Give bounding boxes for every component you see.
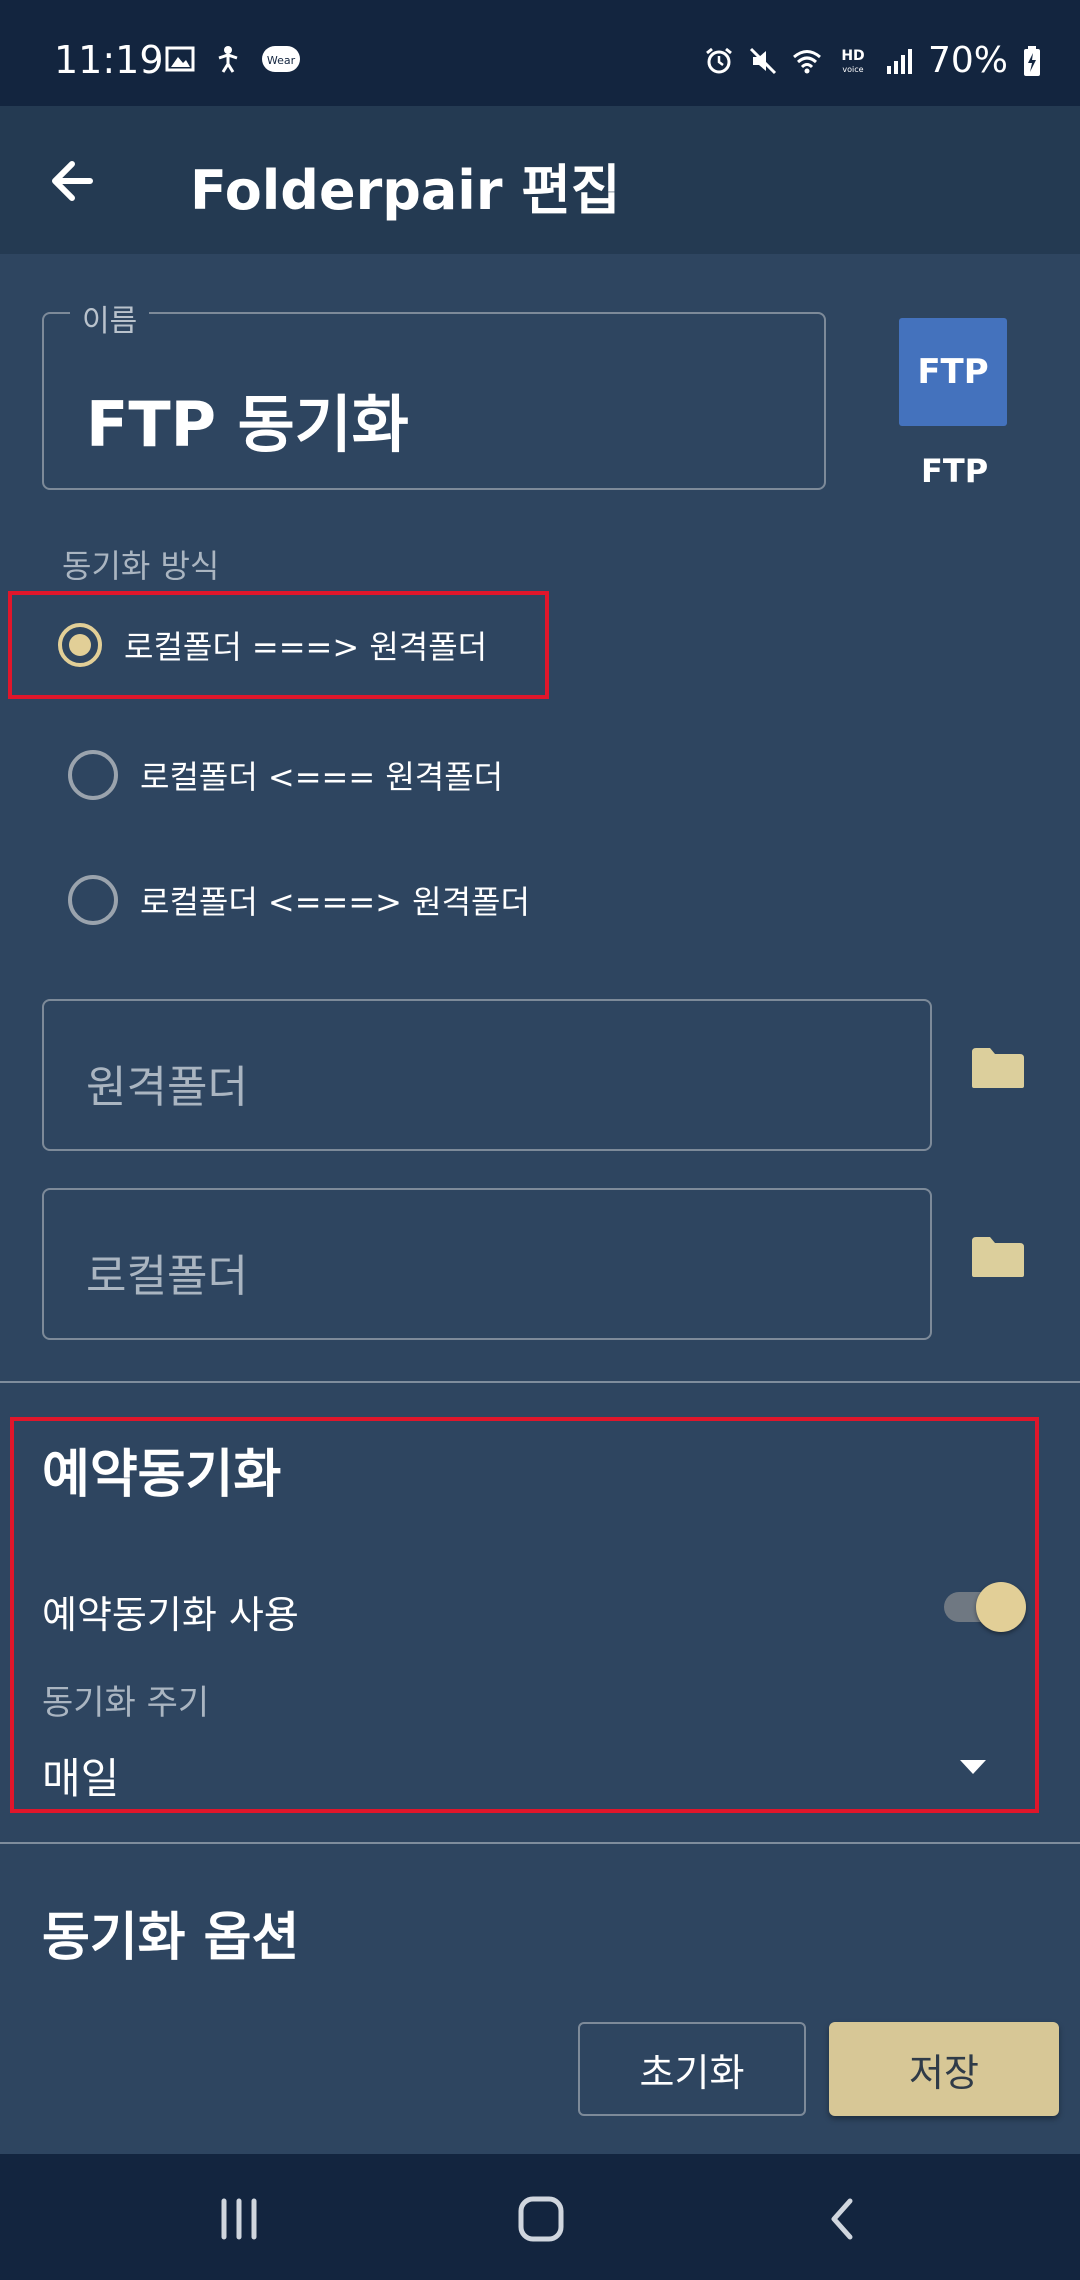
home-icon[interactable]	[506, 2184, 576, 2254]
radio-option-bidirectional[interactable]: 로컬폴더 <===> 원격폴더	[68, 875, 530, 925]
status-time: 11:19	[54, 38, 164, 82]
radio-button-selected[interactable]	[58, 623, 102, 667]
navigation-bar	[0, 2154, 1080, 2280]
remote-folder-placeholder: 원격폴더	[86, 1062, 248, 1113]
folder-icon[interactable]	[970, 1046, 1026, 1090]
dropdown-arrow-icon[interactable]	[960, 1760, 986, 1774]
name-field[interactable]: FTP 동기화	[42, 312, 826, 490]
svg-text:Wear: Wear	[267, 54, 296, 67]
radio-button[interactable]	[68, 875, 118, 925]
ftp-caption: FTP	[921, 452, 989, 490]
reset-button-label: 초기화	[639, 2050, 745, 2095]
sync-method-label: 동기화 방식	[62, 547, 220, 585]
schedule-section-title: 예약동기화	[42, 1445, 282, 1505]
wifi-icon	[793, 49, 821, 73]
svg-text:voice: voice	[842, 65, 863, 74]
sync-options-title: 동기화 옵션	[42, 1908, 300, 1968]
alarm-icon	[706, 47, 732, 73]
radio-option-remote-to-local[interactable]: 로컬폴더 <=== 원격폴더	[68, 750, 503, 800]
radio-option-local-to-remote[interactable]: 로컬폴더 ===> 원격폴더	[58, 622, 487, 668]
schedule-use-label: 예약동기화 사용	[42, 1593, 299, 1637]
sync-period-dropdown[interactable]: 매일	[42, 1745, 119, 1806]
ftp-badge-text: FTP	[917, 352, 989, 392]
ftp-protocol-icon: FTP	[899, 318, 1007, 426]
folder-icon[interactable]	[970, 1235, 1026, 1279]
reset-button[interactable]: 초기화	[578, 2022, 806, 2116]
save-button[interactable]: 저장	[829, 2022, 1059, 2116]
accessibility-icon	[218, 46, 238, 73]
local-folder-field[interactable]: 로컬폴더	[42, 1188, 932, 1340]
radio-button[interactable]	[68, 750, 118, 800]
save-button-label: 저장	[909, 2050, 979, 2095]
name-field-label: 이름	[70, 296, 150, 340]
svg-text:HD: HD	[841, 48, 864, 64]
mute-icon	[749, 47, 777, 74]
radio-label: 로컬폴더 <=== 원격폴더	[140, 758, 504, 796]
name-field-value: FTP 동기화	[86, 388, 409, 461]
page-title: Folderpair 편집	[190, 159, 621, 222]
toggle-knob	[976, 1582, 1026, 1632]
battery-percent: 70%	[927, 40, 1008, 81]
arrow-left-icon[interactable]	[40, 146, 110, 216]
schedule-toggle[interactable]	[944, 1582, 1030, 1632]
local-folder-placeholder: 로컬폴더	[86, 1251, 248, 1302]
status-bar: 11:19 Wear HD voice 70%	[0, 0, 1080, 106]
sync-period-label: 동기화 주기	[42, 1683, 210, 1723]
divider	[0, 1381, 1080, 1383]
radio-label: 로컬폴더 ===> 원격폴더	[124, 628, 488, 666]
radio-label: 로컬폴더 <===> 원격폴더	[140, 883, 530, 921]
hd-voice-icon: HDvoice	[841, 48, 864, 74]
image-icon	[165, 46, 195, 72]
wear-icon: Wear	[262, 46, 300, 72]
divider	[0, 1842, 1080, 1844]
battery-icon	[1024, 45, 1040, 76]
app-bar: Folderpair 편집	[0, 106, 1080, 254]
status-right-icons: HD voice 70%	[704, 40, 1042, 81]
status-left-icons: Wear	[165, 44, 301, 74]
signal-icon	[886, 48, 912, 74]
remote-folder-field[interactable]: 원격폴더	[42, 999, 932, 1151]
recents-icon[interactable]	[204, 2184, 274, 2254]
back-icon[interactable]	[808, 2184, 878, 2254]
